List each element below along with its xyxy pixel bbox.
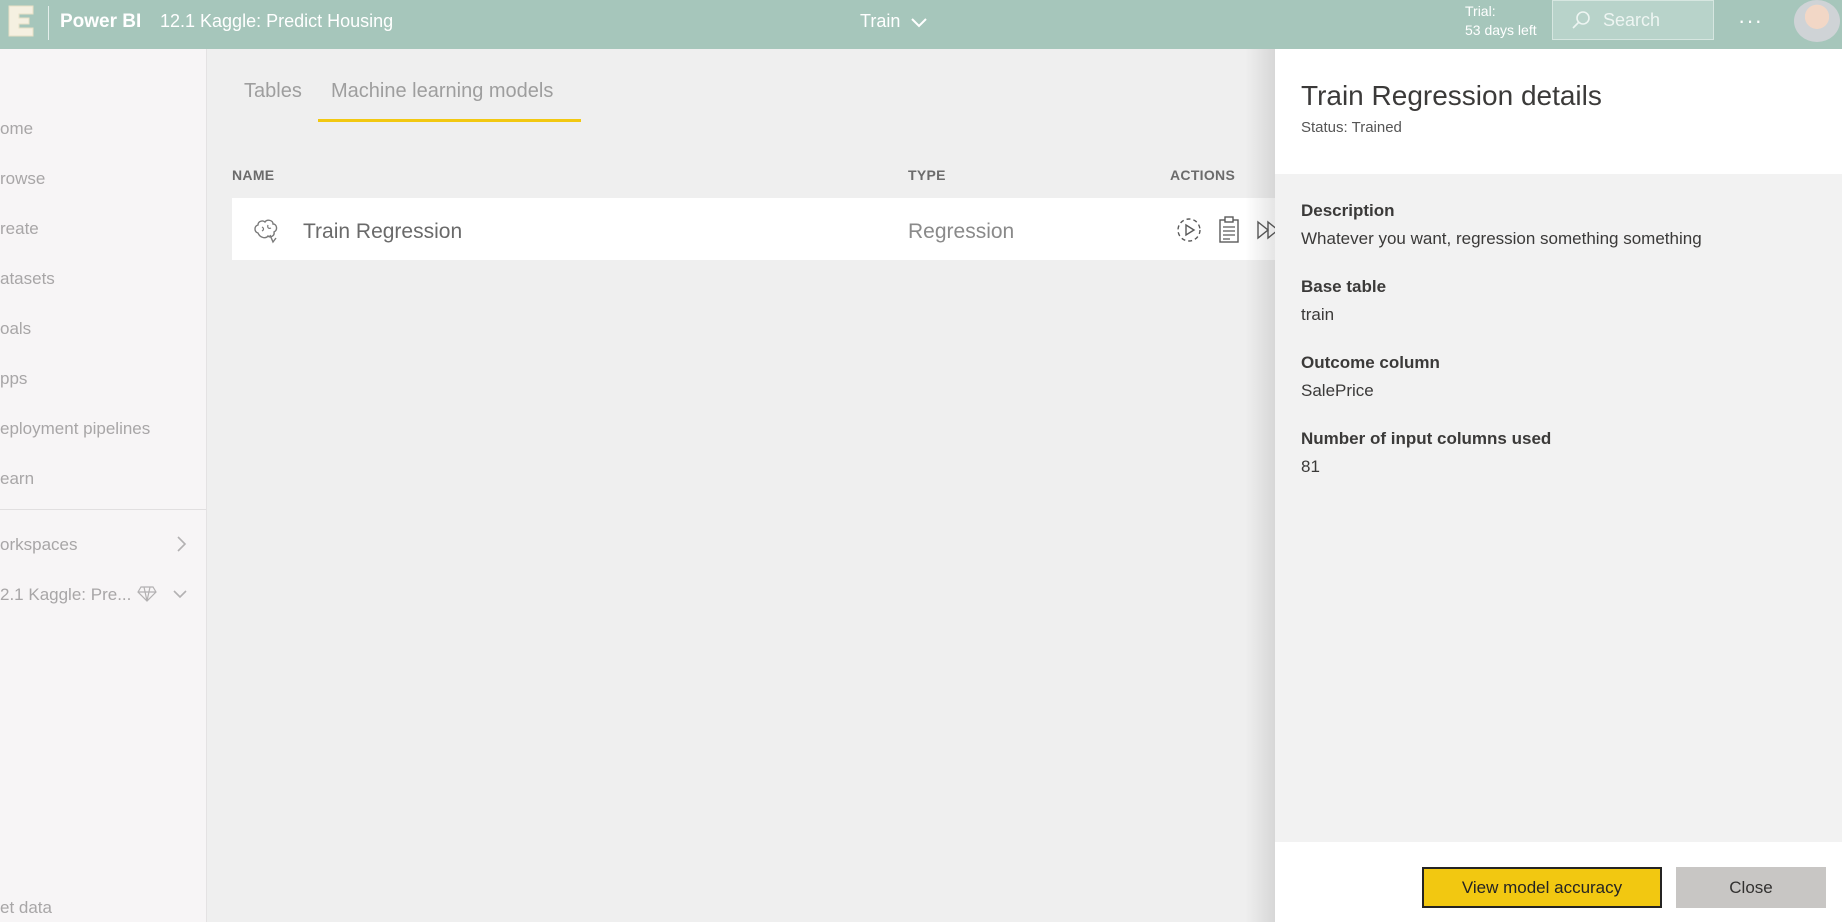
view-model-accuracy-button[interactable]: View model accuracy [1422,867,1662,908]
base-table-label: Base table [1301,277,1387,296]
panel-shadow [1245,49,1275,922]
ml-model-brain-icon [254,219,278,244]
avatar[interactable] [1794,0,1840,42]
active-tab-indicator [318,119,581,122]
model-status: Status: Trained [1301,119,1402,136]
search-icon [1572,11,1590,29]
nav-item-create[interactable]: reate [0,219,39,239]
chevron-down-icon[interactable] [172,588,188,600]
nav-item-get-data[interactable]: et data [0,898,52,918]
dataflow-dropdown[interactable]: Train [860,11,928,32]
close-button[interactable]: Close [1676,867,1826,908]
base-table-value: train [1301,305,1335,324]
workspace-name[interactable]: 12.1 Kaggle: Predict Housing [160,11,393,32]
left-nav: ome rowse reate atasets oals pps eployme… [0,49,207,922]
column-header-name[interactable]: NAME [232,167,274,183]
outcome-column-label: Outcome column [1301,353,1440,372]
column-header-type[interactable]: TYPE [908,167,946,183]
description-label: Description [1301,201,1395,220]
nav-item-browse[interactable]: rowse [0,169,45,189]
model-type: Regression [908,220,1015,243]
trial-status[interactable]: Trial: 53 days left [1465,2,1537,40]
search-placeholder: Search [1603,9,1661,30]
dataflow-dropdown-label: Train [860,11,901,31]
nav-item-goals[interactable]: oals [0,319,31,339]
nav-item-current-workspace[interactable]: 2.1 Kaggle: Pre... [0,585,131,605]
top-bar: Power BI 12.1 Kaggle: Predict Housing Tr… [0,0,1842,49]
nav-item-deployment-pipelines[interactable]: eployment pipelines [0,419,150,439]
chevron-right-icon[interactable] [175,535,187,553]
trial-label: Trial: [1465,3,1496,19]
details-panel: Train Regression details Status: Trained… [1275,49,1842,922]
tab-tables[interactable]: Tables [244,80,302,103]
nav-item-apps[interactable]: pps [0,369,27,389]
column-header-actions: ACTIONS [1170,167,1236,183]
search-input[interactable]: Search [1552,0,1714,40]
nav-item-home[interactable]: ome [0,119,33,139]
app-logo-icon[interactable] [0,0,42,42]
outcome-column-value: SalePrice [1301,381,1374,400]
model-report-icon[interactable] [1218,216,1240,244]
panel-body: Description Whatever you want, regressio… [1275,174,1842,842]
input-columns-label: Number of input columns used [1301,429,1552,448]
input-columns-value: 81 [1301,457,1320,476]
tab-machine-learning-models[interactable]: Machine learning models [331,80,553,103]
trial-days-left: 53 days left [1465,22,1537,38]
premium-diamond-icon [137,586,157,602]
description-value: Whatever you want, regression something … [1301,229,1702,248]
topbar-divider [48,6,49,40]
train-model-icon[interactable] [1176,216,1202,244]
chevron-down-icon [911,17,928,27]
model-name[interactable]: Train Regression [303,220,462,244]
more-options-button[interactable]: ··· [1738,8,1763,34]
panel-title: Train Regression details [1301,80,1602,111]
panel-header: Train Regression details Status: Trained [1275,49,1842,174]
nav-divider [0,509,206,510]
app-name[interactable]: Power BI [60,11,141,33]
nav-item-workspaces[interactable]: orkspaces [0,535,77,555]
nav-item-learn[interactable]: earn [0,469,34,489]
nav-item-datasets[interactable]: atasets [0,269,55,289]
